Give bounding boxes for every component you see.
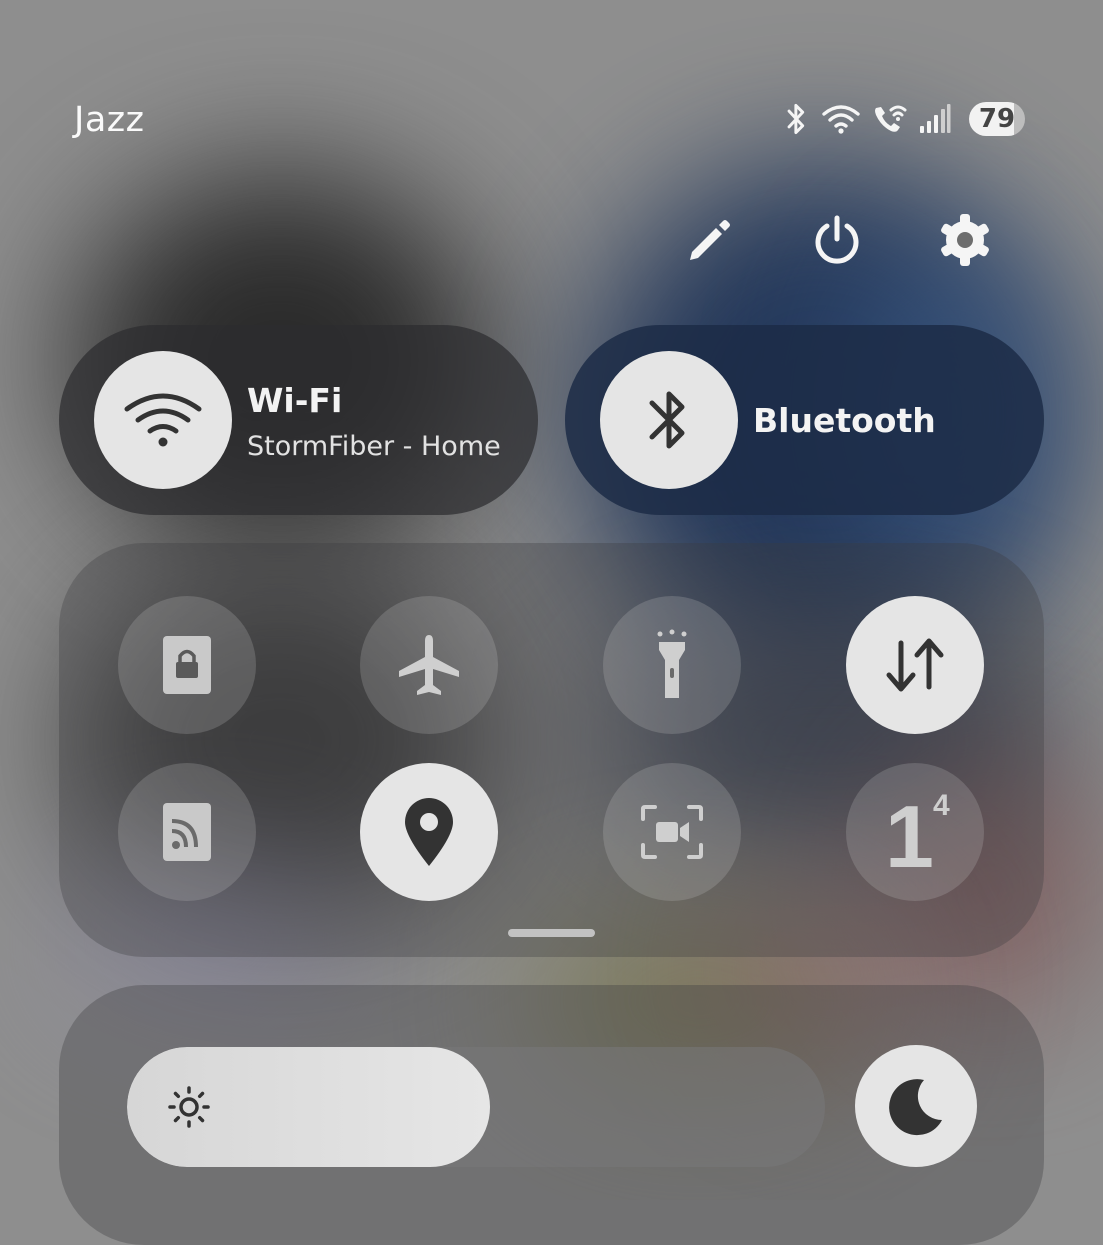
- quick-tile-cast[interactable]: [118, 763, 256, 901]
- quick-tile-screen-recorder[interactable]: [603, 763, 741, 901]
- edit-icon: [690, 220, 730, 260]
- screen-recorder-icon: [641, 805, 703, 859]
- bluetooth-tile[interactable]: Bluetooth: [565, 325, 1044, 515]
- app-tile-superscript: 4: [933, 789, 950, 822]
- bluetooth-icon: [649, 391, 685, 449]
- carrier-name: Jazz: [74, 100, 145, 140]
- cast-icon: [163, 803, 211, 861]
- settings-button[interactable]: [937, 212, 993, 268]
- secure-folder-icon: [163, 636, 211, 694]
- app-tile-glyph: 1: [885, 787, 934, 886]
- brightness-panel: [59, 985, 1044, 1245]
- battery-indicator: 79: [969, 102, 1025, 136]
- expand-handle[interactable]: [508, 929, 595, 937]
- wifi-toggle[interactable]: [94, 351, 232, 489]
- power-icon: [815, 215, 859, 264]
- quick-tile-app[interactable]: 1 4: [846, 763, 984, 901]
- dark-mode-toggle[interactable]: [855, 1045, 977, 1167]
- power-button[interactable]: [809, 212, 865, 268]
- bluetooth-icon: [783, 102, 811, 136]
- airplane-icon: [399, 635, 459, 695]
- wifi-title: Wi-Fi: [247, 381, 343, 420]
- flashlight-icon: [657, 629, 687, 698]
- bluetooth-title: Bluetooth: [753, 401, 936, 440]
- edit-button[interactable]: [680, 212, 736, 268]
- status-icons: 79: [783, 102, 1025, 136]
- mobile-data-icon: [886, 638, 944, 692]
- quick-tile-flashlight[interactable]: [603, 596, 741, 734]
- moon-icon: [889, 1079, 942, 1136]
- quick-settings-panel: 1 4: [59, 543, 1044, 957]
- quick-tile-secure-folder[interactable]: [118, 596, 256, 734]
- wifi-calling-icon: [871, 102, 909, 136]
- status-bar: Jazz 79: [0, 96, 1103, 152]
- sun-icon: [168, 1086, 210, 1128]
- wifi-icon: [124, 393, 202, 447]
- app-tile-icon: 1 4: [875, 787, 955, 881]
- wifi-icon: [821, 103, 861, 135]
- quick-tile-mobile-data[interactable]: [846, 596, 984, 734]
- brightness-slider[interactable]: [127, 1047, 825, 1167]
- quick-tile-airplane[interactable]: [360, 596, 498, 734]
- location-icon: [405, 798, 453, 866]
- quick-tile-location[interactable]: [360, 763, 498, 901]
- bluetooth-toggle[interactable]: [600, 351, 738, 489]
- top-actions: [0, 212, 1103, 272]
- wifi-tile[interactable]: Wi-Fi StormFiber - Home: [59, 325, 538, 515]
- wifi-network-name: StormFiber - Home: [247, 431, 501, 462]
- settings-icon: [941, 214, 989, 266]
- signal-icon: [919, 104, 951, 134]
